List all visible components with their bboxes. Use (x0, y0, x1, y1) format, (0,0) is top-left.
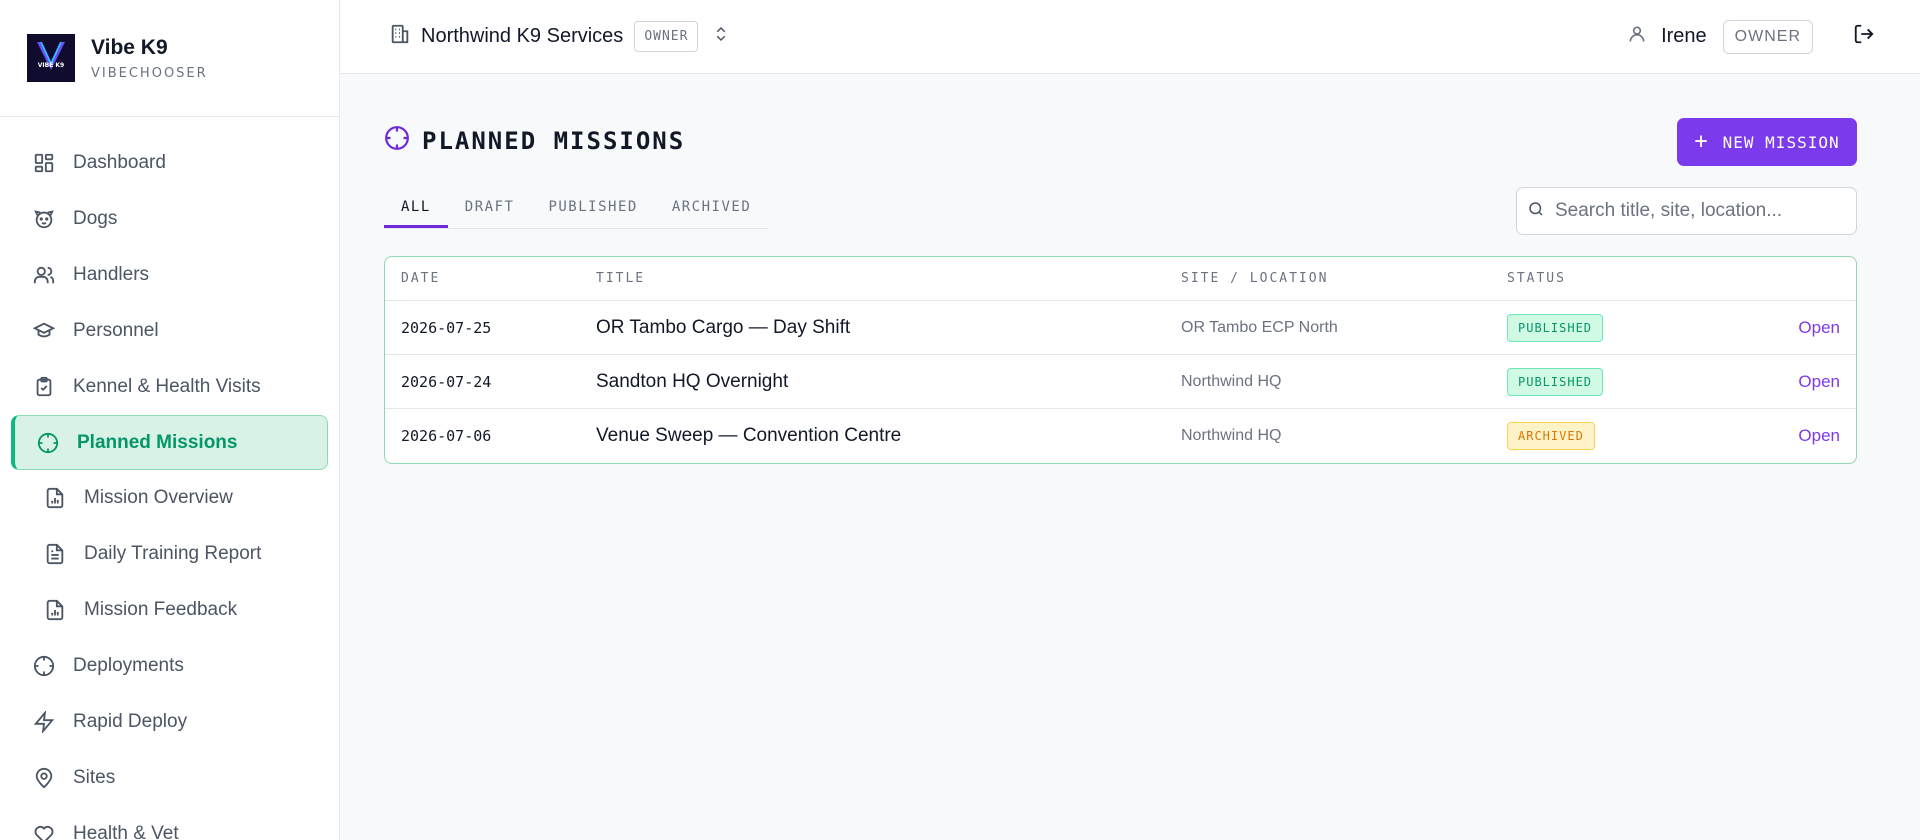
sidebar-item-dogs[interactable]: Dogs (0, 191, 339, 247)
sidebar-item-label: Rapid Deploy (73, 711, 188, 732)
building-icon (389, 23, 411, 50)
sidebar-item-deployments[interactable]: Deployments (0, 638, 339, 694)
logout-icon[interactable] (1853, 23, 1875, 50)
crosshair-icon (31, 653, 57, 679)
mission-title: Sandton HQ Overnight (596, 370, 789, 392)
status-badge: ARCHIVED (1507, 422, 1595, 450)
column-header-title[interactable]: TITLE (596, 271, 1181, 286)
column-header-site[interactable]: SITE / LOCATION (1181, 271, 1507, 286)
user-role-badge: OWNER (1722, 19, 1813, 54)
open-link[interactable]: Open (1798, 426, 1840, 445)
new-mission-button[interactable]: + NEW MISSION (1677, 118, 1857, 166)
missions-table: DATE TITLE SITE / LOCATION STATUS 2026-0… (384, 256, 1857, 464)
tab-published[interactable]: PUBLISHED (531, 185, 654, 228)
sidebar-item-label: Sites (73, 767, 116, 788)
sidebar-item-personnel[interactable]: Personnel (0, 303, 339, 359)
svg-text:VIBE K9: VIBE K9 (38, 62, 64, 69)
clipboard-check-icon (31, 374, 57, 400)
status-badge: PUBLISHED (1507, 313, 1604, 342)
users-icon (31, 262, 57, 288)
sidebar-item-label: Health & Vet (73, 823, 179, 840)
sidebar-item-mission-overview[interactable]: Mission Overview (0, 470, 339, 526)
sidebar-item-daily-training-report[interactable]: Daily Training Report (0, 526, 339, 582)
column-header-date[interactable]: DATE (385, 271, 596, 286)
mission-site: Northwind HQ (1181, 372, 1282, 390)
page-title: PLANNED MISSIONS (422, 126, 686, 155)
status-badge: PUBLISHED (1507, 367, 1604, 396)
dog-icon (31, 206, 57, 232)
org-switcher[interactable]: Northwind K9 Services OWNER (389, 21, 730, 52)
main-content: PLANNED MISSIONS + NEW MISSION ALL DRAFT… (341, 75, 1920, 840)
sidebar-item-label: Dashboard (73, 152, 166, 173)
plus-icon: + (1694, 129, 1709, 154)
open-link[interactable]: Open (1798, 318, 1840, 337)
file-chart-icon (42, 597, 68, 623)
sidebar-item-label: Daily Training Report (84, 543, 262, 564)
sidebar-item-dashboard[interactable]: Dashboard (0, 135, 339, 191)
search-box (1516, 187, 1857, 235)
new-mission-label: NEW MISSION (1722, 132, 1840, 152)
file-chart-icon (42, 485, 68, 511)
sidebar-item-mission-feedback[interactable]: Mission Feedback (0, 582, 339, 638)
sidebar-item-label: Handlers (73, 264, 150, 285)
sidebar-nav: Dashboard Dogs Handlers Personnel Kennel… (0, 117, 339, 840)
sidebar-item-label: Mission Feedback (84, 599, 238, 620)
chevrons-up-down-icon[interactable] (712, 25, 730, 48)
sidebar-item-health-vet[interactable]: Health & Vet (0, 806, 339, 840)
topbar: Northwind K9 Services OWNER Irene OWNER (341, 0, 1920, 74)
grid-icon (31, 150, 57, 176)
sidebar-item-sites[interactable]: Sites (0, 750, 339, 806)
sidebar-item-label: Dogs (73, 208, 118, 229)
mission-site: OR Tambo ECP North (1181, 318, 1338, 336)
sidebar-item-handlers[interactable]: Handlers (0, 247, 339, 303)
sidebar: VIBE K9 Vibe K9 VIBECHOOSER Dashboard Do… (0, 0, 340, 840)
brand-subtitle: VIBECHOOSER (91, 65, 208, 81)
search-input[interactable] (1555, 200, 1835, 222)
sidebar-item-label: Mission Overview (84, 487, 233, 508)
brand: VIBE K9 Vibe K9 VIBECHOOSER (0, 0, 339, 117)
brand-title: Vibe K9 (91, 35, 168, 59)
sidebar-item-label: Personnel (73, 320, 159, 341)
mission-title: OR Tambo Cargo — Day Shift (596, 316, 851, 338)
search-icon (1527, 200, 1545, 223)
sidebar-item-label: Planned Missions (77, 431, 238, 453)
status-tabs: ALL DRAFT PUBLISHED ARCHIVED (384, 185, 769, 229)
org-role-badge: OWNER (634, 21, 699, 52)
zap-icon (31, 709, 57, 735)
user-menu: Irene OWNER (1627, 19, 1875, 54)
sidebar-item-label: Deployments (73, 655, 184, 676)
org-name: Northwind K9 Services (421, 25, 624, 47)
mission-site: Northwind HQ (1181, 427, 1282, 444)
mission-title: Venue Sweep — Convention Centre (596, 425, 902, 446)
user-name: Irene (1661, 25, 1707, 47)
table-row[interactable]: 2026-07-25 OR Tambo Cargo — Day Shift OR… (385, 301, 1856, 355)
sidebar-item-rapid-deploy[interactable]: Rapid Deploy (0, 694, 339, 750)
sidebar-item-planned-missions[interactable]: Planned Missions (11, 415, 328, 470)
page-header: PLANNED MISSIONS (384, 125, 685, 156)
map-pin-icon (31, 765, 57, 791)
user-icon (1627, 24, 1647, 49)
table-row[interactable]: 2026-07-06 Venue Sweep — Convention Cent… (385, 409, 1856, 463)
file-text-icon (42, 541, 68, 567)
sidebar-item-kennel-health-visits[interactable]: Kennel & Health Visits (0, 359, 339, 415)
heart-icon (31, 821, 57, 840)
graduation-cap-icon (31, 318, 57, 344)
sidebar-item-label: Kennel & Health Visits (73, 376, 261, 397)
table-row[interactable]: 2026-07-24 Sandton HQ Overnight Northwin… (385, 355, 1856, 409)
crosshair-icon (384, 125, 410, 156)
open-link[interactable]: Open (1798, 372, 1840, 391)
mission-date: 2026-07-24 (401, 372, 492, 391)
mission-date: 2026-07-06 (401, 427, 492, 445)
tab-draft[interactable]: DRAFT (448, 185, 532, 228)
column-header-status[interactable]: STATUS (1507, 271, 1736, 286)
tab-archived[interactable]: ARCHIVED (655, 185, 768, 228)
table-header: DATE TITLE SITE / LOCATION STATUS (385, 257, 1856, 301)
mission-date: 2026-07-25 (401, 318, 492, 337)
tab-all[interactable]: ALL (384, 185, 448, 228)
brand-logo: VIBE K9 (27, 34, 75, 82)
crosshair-icon (35, 430, 61, 456)
